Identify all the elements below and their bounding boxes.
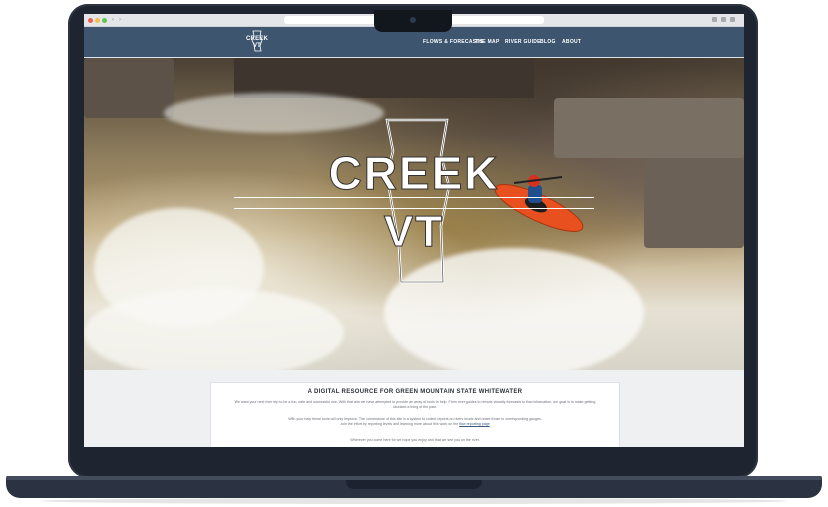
hero-image: CREEK VT	[84, 58, 744, 370]
minimize-window-icon[interactable]	[95, 18, 100, 23]
camera-notch	[374, 10, 452, 32]
camera-icon	[410, 17, 416, 23]
laptop-base	[6, 476, 822, 498]
intro-paragraph-1: We want your next river trip to be a fun…	[234, 400, 596, 409]
flow-reporting-link[interactable]: flow reporting page	[459, 422, 490, 426]
forward-arrow-icon[interactable]: ›	[119, 17, 121, 23]
content-section: A DIGITAL RESOURCE FOR GREEN MOUNTAIN ST…	[84, 370, 744, 447]
new-tab-icon[interactable]	[721, 17, 726, 22]
forest-bank	[234, 58, 534, 98]
laptop-opening-groove	[346, 480, 482, 489]
laptop-shadow	[40, 498, 788, 504]
logo-line-2: VT	[252, 43, 262, 49]
whitewater-foam	[84, 288, 344, 370]
close-window-icon[interactable]	[88, 18, 93, 23]
hero-brand-title: CREEK	[328, 147, 500, 199]
intro-card: A DIGITAL RESOURCE FOR GREEN MOUNTAIN ST…	[210, 382, 620, 447]
nav-about[interactable]: ABOUT	[562, 39, 581, 45]
site-logo[interactable]: CREEK VT	[246, 30, 268, 52]
intro-paragraph-2: With your help these tools will only imp…	[231, 417, 599, 427]
nav-river-guide[interactable]: RIVER GUIDE	[505, 39, 541, 45]
logo-line-1: CREEK	[246, 36, 269, 42]
share-icon[interactable]	[712, 17, 717, 22]
intro-title: A DIGITAL RESOURCE FOR GREEN MOUNTAIN ST…	[307, 389, 523, 395]
intro-paragraph-2-text-b: Join the effort by reporting levels and …	[340, 422, 460, 426]
rock	[84, 58, 174, 118]
vermont-outline-icon	[385, 118, 451, 284]
hero-brand-subtitle: VT	[383, 207, 445, 256]
laptop-screen: ‹ › CREEK VT FLOWS & FORECASTS THE MAP R…	[84, 14, 744, 447]
creek-vt-emblem: CREEK VT	[234, 116, 594, 286]
tabs-overview-icon[interactable]	[730, 17, 735, 22]
back-arrow-icon[interactable]: ‹	[112, 17, 114, 23]
intro-paragraph-3: Wherever you come here for we hope you e…	[350, 438, 480, 442]
nav-blog[interactable]: BLOG	[540, 39, 556, 45]
rock	[644, 158, 744, 248]
maximize-window-icon[interactable]	[102, 18, 107, 23]
nav-the-map[interactable]: THE MAP	[475, 39, 500, 45]
intro-paragraph-2-text: With your help these tools will only imp…	[288, 417, 542, 421]
